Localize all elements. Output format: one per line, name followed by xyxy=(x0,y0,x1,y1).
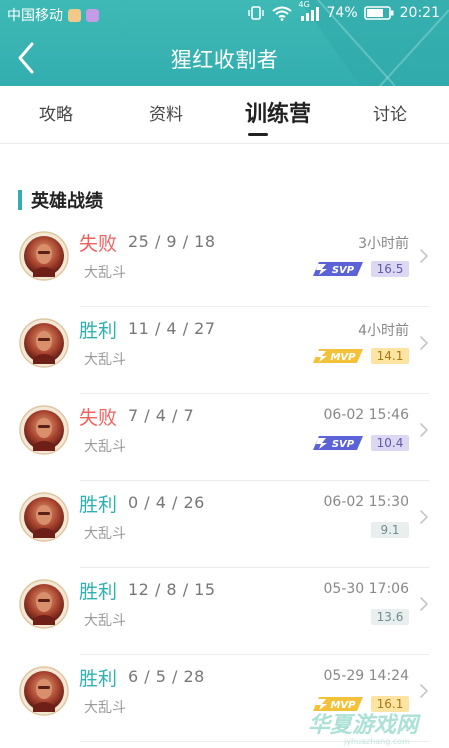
section-header: 英雄战绩 xyxy=(18,188,103,212)
chevron-right-icon xyxy=(420,423,428,437)
mvp-badge-icon: MVP xyxy=(313,349,363,363)
match-result: 胜利 xyxy=(79,668,118,690)
rating-score: 13.6 xyxy=(371,609,409,625)
kda-stats: 12 / 8 / 15 xyxy=(128,580,216,599)
rating-score: 9.1 xyxy=(371,522,409,538)
game-mode: 大乱斗 xyxy=(84,439,126,455)
section-title: 英雄战绩 xyxy=(31,191,103,212)
kda-stats: 25 / 9 / 18 xyxy=(128,232,216,251)
page-title: 猩红收割者 xyxy=(170,48,279,72)
game-mode: 大乱斗 xyxy=(84,613,126,629)
status-bar: 中国移动 4G 74% 20:21 xyxy=(0,0,449,30)
kda-stats: 7 / 4 / 7 xyxy=(128,406,195,425)
hero-avatar xyxy=(19,231,69,281)
rating-score: 10.4 xyxy=(371,435,409,451)
hero-avatar xyxy=(19,579,69,629)
hero-avatar xyxy=(19,318,69,368)
badge-label: SVP xyxy=(332,439,355,450)
carrier-name: 中国移动 xyxy=(7,8,63,24)
chevron-right-icon xyxy=(420,597,428,611)
match-tags: SVP 16.5 xyxy=(313,261,409,277)
match-time: 05-29 14:24 xyxy=(323,668,409,684)
match-record[interactable]: 失败 25 / 9 / 18 大乱斗 3小时前 SVP 16.5 xyxy=(0,220,449,307)
match-time: 4小时前 xyxy=(358,323,409,339)
match-result: 失败 xyxy=(79,233,118,255)
match-time: 06-02 15:30 xyxy=(323,494,409,510)
chevron-right-icon xyxy=(420,510,428,524)
kda-stats: 11 / 4 / 27 xyxy=(128,319,216,338)
chevron-right-icon xyxy=(420,684,428,698)
game-mode: 大乱斗 xyxy=(84,265,126,281)
badge-label: SVP xyxy=(332,265,355,276)
title-bar: 猩红收割者 xyxy=(0,30,449,86)
match-record[interactable]: 胜利 12 / 8 / 15 大乱斗 05-30 17:06 13.6 xyxy=(0,568,449,655)
match-tags: 13.6 xyxy=(371,609,409,625)
wifi-icon xyxy=(271,6,292,21)
tab-discussion[interactable]: 讨论 xyxy=(362,86,418,144)
match-record-list: 失败 25 / 9 / 18 大乱斗 3小时前 SVP 16.5 胜利 11 / … xyxy=(0,220,449,742)
kda-stats: 0 / 4 / 26 xyxy=(128,493,205,512)
svp-badge-icon: SVP xyxy=(313,436,363,450)
match-result: 失败 xyxy=(79,407,118,429)
svp-badge-icon: SVP xyxy=(313,262,363,276)
chevron-right-icon xyxy=(420,336,428,350)
rating-score: 14.1 xyxy=(371,348,409,364)
hero-avatar xyxy=(19,666,69,716)
battery-percent: 74% xyxy=(326,5,358,21)
signal-icon xyxy=(300,7,319,21)
tab-info[interactable]: 资料 xyxy=(138,86,194,144)
match-result: 胜利 xyxy=(79,320,118,342)
chevron-right-icon xyxy=(420,249,428,263)
match-tags: SVP 10.4 xyxy=(313,435,409,451)
site-watermark: 华夏游戏网 jyhuazhang.com xyxy=(308,712,421,746)
hero-avatar xyxy=(19,492,69,542)
match-result: 胜利 xyxy=(79,494,118,516)
game-mode: 大乱斗 xyxy=(84,700,126,716)
watermark-logo: 华夏游戏网 xyxy=(308,712,421,738)
match-result: 胜利 xyxy=(79,581,118,603)
battery-icon xyxy=(363,6,394,20)
match-time: 3小时前 xyxy=(358,236,409,252)
match-tags: 9.1 xyxy=(371,522,409,538)
vibrate-icon xyxy=(247,6,264,20)
tab-guide[interactable]: 攻略 xyxy=(28,86,84,144)
tab-bar: 攻略 资料 训练营 讨论 xyxy=(0,86,449,144)
game-mode: 大乱斗 xyxy=(84,526,126,542)
match-record[interactable]: 胜利 0 / 4 / 26 大乱斗 06-02 15:30 9.1 xyxy=(0,481,449,568)
active-tab-indicator xyxy=(248,133,268,136)
badge-label: MVP xyxy=(330,352,356,363)
hero-avatar xyxy=(19,405,69,455)
section-accent-bar xyxy=(18,190,22,210)
match-tags: MVP 14.1 xyxy=(313,348,409,364)
match-time: 06-02 15:46 xyxy=(323,407,409,423)
clock: 20:21 xyxy=(399,5,440,21)
watermark-domain: jyhuazhang.com xyxy=(343,737,410,746)
match-record[interactable]: 胜利 11 / 4 / 27 大乱斗 4小时前 MVP 14.1 xyxy=(0,307,449,394)
app-notification-icon xyxy=(68,8,81,22)
match-time: 05-30 17:06 xyxy=(323,581,409,597)
app-header: 中国移动 4G 74% 20:21 猩红收割者 xyxy=(0,0,449,86)
match-record[interactable]: 失败 7 / 4 / 7 大乱斗 06-02 15:46 SVP 10.4 xyxy=(0,394,449,481)
rating-score: 16.5 xyxy=(371,261,409,277)
game-mode: 大乱斗 xyxy=(84,352,126,368)
gallery-notification-icon xyxy=(86,8,99,22)
kda-stats: 6 / 5 / 28 xyxy=(128,667,205,686)
